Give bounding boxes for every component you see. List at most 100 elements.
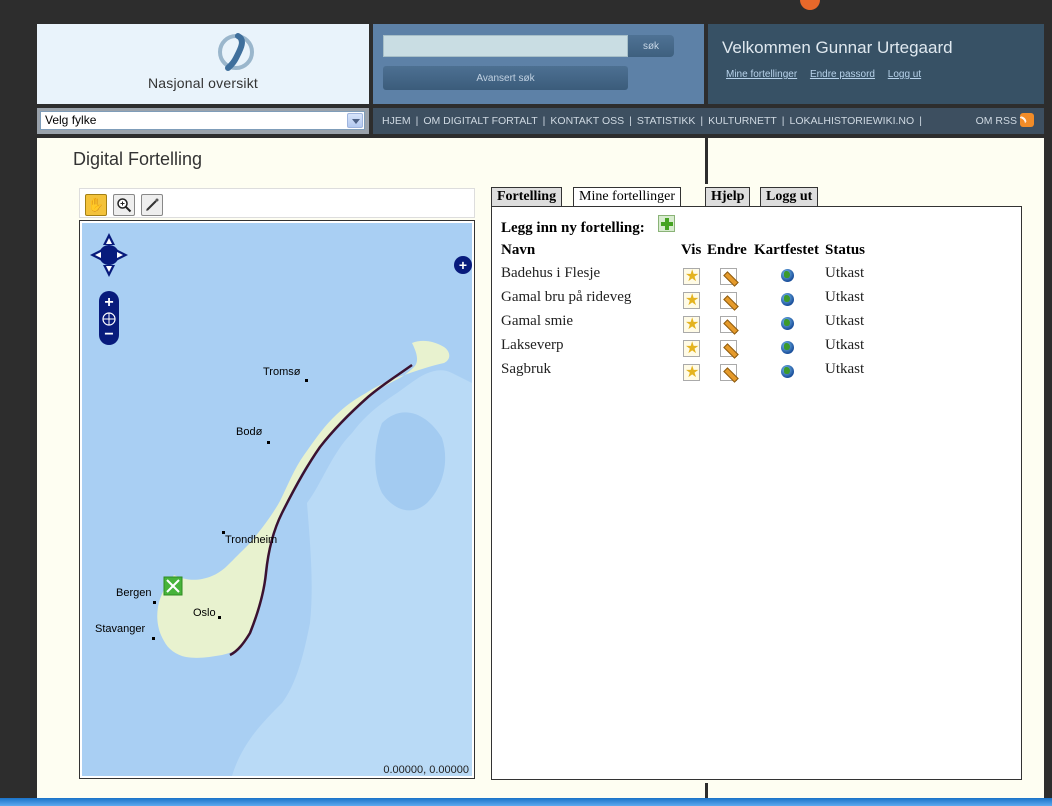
nav-separator: |	[781, 115, 785, 127]
logo-text: Nasjonal oversikt	[148, 75, 258, 91]
nav-separator: |	[919, 115, 922, 127]
tab-mine-fortellinger[interactable]: Mine fortellinger	[573, 187, 682, 208]
story-name[interactable]: Gamal smie	[501, 313, 573, 330]
story-status: Utkast	[825, 361, 865, 377]
county-select-bar: Velg fylke	[37, 108, 369, 134]
story-name[interactable]: Gamal bru på rideveg	[501, 289, 631, 306]
stories-panel: Legg inn ny fortelling: Navn Vis Endre K…	[491, 206, 1022, 780]
zoom-in-icon[interactable]	[113, 194, 135, 216]
nav-separator: |	[700, 115, 704, 127]
edit-pencil-icon[interactable]	[720, 316, 737, 333]
col-vis: Vis	[681, 242, 702, 258]
story-marker[interactable]	[163, 576, 183, 596]
city-label: Bergen	[116, 587, 151, 599]
col-kartfestet: Kartfestet	[754, 242, 819, 258]
search-button[interactable]: søk	[628, 35, 674, 57]
nav-separator: |	[415, 115, 419, 127]
story-status: Utkast	[825, 265, 865, 281]
col-endre: Endre	[707, 242, 747, 258]
svg-text:+: +	[459, 257, 467, 273]
edit-pencil-icon[interactable]	[720, 268, 737, 285]
story-status: Utkast	[825, 337, 865, 353]
change-password-link[interactable]: Endre passord	[810, 69, 875, 80]
zoom-control[interactable]: + −	[99, 291, 119, 345]
map-view[interactable]: + − + Tromsø Bodø Trondheim Bergen Oslo …	[79, 220, 475, 779]
chevron-down-icon[interactable]	[347, 113, 363, 128]
city-label: Oslo	[193, 607, 216, 619]
add-story-label: Legg inn ny fortelling:	[501, 220, 645, 236]
pan-hand-icon[interactable]: ✋	[85, 194, 107, 216]
svg-text:−: −	[104, 326, 113, 343]
city-trondheim: Trondheim	[222, 531, 277, 546]
taskbar-edge	[0, 798, 1052, 806]
my-stories-link[interactable]: Mine fortellinger	[726, 69, 797, 80]
nav-separator: |	[629, 115, 632, 127]
logo-icon	[218, 33, 254, 71]
nav-item-contact[interactable]: KONTAKT OSS	[550, 115, 624, 127]
nav-item-lokalhistoriewiki[interactable]: LOKALHISTORIEWIKI.NO	[790, 115, 915, 127]
welcome-panel: Velkommen Gunnar Urtegaard Mine fortelli…	[708, 24, 1044, 104]
view-star-icon[interactable]	[683, 362, 700, 382]
story-row: Sagbruk Utkast	[492, 361, 1021, 385]
globe-icon[interactable]	[781, 317, 794, 330]
city-label: Bodø	[236, 426, 263, 438]
story-row: Gamal bru på rideveg Utkast	[492, 289, 1021, 313]
user-links: Mine fortellinger Endre passord Logg ut	[726, 69, 931, 80]
tab-fortelling[interactable]: Fortelling	[491, 187, 563, 207]
column-divider	[705, 783, 708, 798]
story-row: Badehus i Flesje Utkast	[492, 265, 1021, 289]
globe-icon[interactable]	[781, 293, 794, 306]
welcome-title: Velkommen Gunnar Urtegaard	[722, 38, 953, 57]
nav-item-about[interactable]: OM DIGITALT FORTALT	[423, 115, 537, 127]
city-label: Trondheim	[225, 534, 277, 546]
tab-logg-ut[interactable]: Logg ut	[760, 187, 819, 207]
main-nav: HJEM | OM DIGITALT FORTALT | KONTAKT OSS | STA…	[373, 108, 1044, 134]
story-name[interactable]: Lakseverp	[501, 337, 563, 354]
globe-icon[interactable]	[781, 365, 794, 378]
column-divider	[705, 138, 708, 184]
story-status: Utkast	[825, 313, 865, 329]
view-star-icon[interactable]	[683, 338, 700, 358]
edit-pencil-icon[interactable]	[720, 364, 737, 381]
nav-item-statistics[interactable]: STATISTIKK	[637, 115, 696, 127]
story-row: Gamal smie Utkast	[492, 313, 1021, 337]
svg-text:+: +	[104, 294, 113, 311]
view-star-icon[interactable]	[683, 266, 700, 286]
col-status: Status	[825, 242, 866, 258]
rss-label: OM RSS	[975, 115, 1017, 127]
map-canvas[interactable]: + − + Tromsø Bodø Trondheim Bergen Oslo …	[82, 223, 472, 776]
tab-hjelp[interactable]: Hjelp	[705, 187, 751, 207]
page-title: Digital Fortelling	[73, 149, 203, 169]
site-logo[interactable]: Nasjonal oversikt	[37, 24, 369, 104]
edit-pencil-icon[interactable]	[720, 292, 737, 309]
county-select-value: Velg fylke	[45, 113, 97, 127]
county-select[interactable]: Velg fylke	[40, 111, 365, 130]
search-area: søk Avansert søk	[373, 24, 704, 104]
story-row: Lakseverp Utkast	[492, 337, 1021, 361]
add-story-icon[interactable]	[658, 215, 675, 232]
notification-dot	[800, 0, 820, 10]
logout-link[interactable]: Logg ut	[888, 69, 921, 80]
story-name[interactable]: Sagbruk	[501, 361, 551, 378]
draw-pencil-icon[interactable]	[141, 194, 163, 216]
rss-icon[interactable]	[1020, 113, 1034, 128]
nav-item-kulturnett[interactable]: KULTURNETT	[708, 115, 777, 127]
col-name: Navn	[501, 242, 536, 258]
globe-icon[interactable]	[781, 269, 794, 282]
view-star-icon[interactable]	[683, 314, 700, 334]
globe-icon[interactable]	[781, 341, 794, 354]
story-name[interactable]: Badehus i Flesje	[501, 265, 600, 282]
city-label: Tromsø	[263, 366, 301, 378]
main-content: Digital Fortelling ✋ + − + Tromsø Bodø T…	[37, 138, 1044, 798]
nav-item-home[interactable]: HJEM	[382, 115, 411, 127]
advanced-search-button[interactable]: Avansert søk	[383, 66, 628, 90]
city-label: Stavanger	[95, 623, 145, 635]
story-status: Utkast	[825, 289, 865, 305]
layer-switcher-button[interactable]: +	[454, 256, 472, 274]
edit-pencil-icon[interactable]	[720, 340, 737, 357]
rss-link[interactable]: OM RSS	[976, 108, 1034, 134]
search-input[interactable]	[383, 35, 628, 57]
coordinate-readout: 0.00000, 0.00000	[383, 764, 469, 776]
view-star-icon[interactable]	[683, 290, 700, 310]
map-toolbar: ✋	[79, 188, 475, 218]
